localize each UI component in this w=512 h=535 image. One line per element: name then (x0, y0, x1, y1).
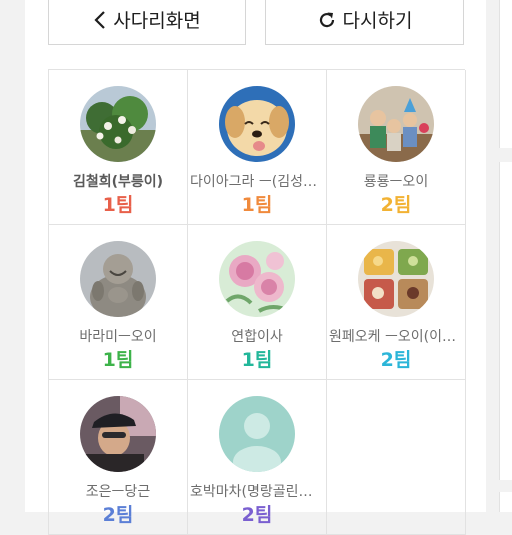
side-card (499, 492, 512, 512)
member-name: 룡룡ㅡ오이 (363, 174, 429, 190)
member-name: 원페오케 ㅡ오이(이수... (329, 329, 463, 345)
avatar (358, 241, 434, 317)
ladder-screen-label: 사다리화면 (113, 10, 201, 32)
avatar (219, 86, 295, 162)
team-label: 1팀 (241, 194, 273, 216)
member-name: 호박마차(명랑골린이... (190, 484, 324, 500)
avatar (80, 86, 156, 162)
team-label: 2팀 (241, 504, 273, 526)
team-label: 2팀 (380, 194, 412, 216)
retry-button[interactable]: 다시하기 (265, 0, 464, 45)
team-label: 1팀 (102, 349, 134, 371)
member-card[interactable]: 김철희(부릉이) 1팀 (49, 70, 188, 225)
member-name: 조은ㅡ당근 (85, 484, 151, 500)
member-name: 연합이사 (231, 329, 283, 345)
retry-label: 다시하기 (342, 10, 413, 32)
team-label: 2팀 (380, 349, 412, 371)
member-card[interactable]: 연합이사 1팀 (188, 225, 327, 380)
side-card (499, 162, 512, 480)
avatar (358, 86, 434, 162)
avatar (80, 241, 156, 317)
avatar (80, 396, 156, 472)
team-label: 1팀 (241, 349, 273, 371)
refresh-icon (317, 10, 337, 30)
side-card (499, 0, 512, 148)
team-label: 1팀 (102, 194, 134, 216)
chevron-left-icon (93, 10, 107, 30)
default-avatar (219, 396, 295, 472)
member-name: 바라미ㅡ오이 (79, 329, 157, 345)
member-card[interactable]: 룡룡ㅡ오이 2팀 (327, 70, 466, 225)
team-label: 2팀 (102, 504, 134, 526)
member-grid: 김철희(부릉이) 1팀 다이아그라 ㅡ(김성용... 1팀 룡룡ㅡ오이 2팀 바… (48, 69, 466, 535)
member-name: 김철희(부릉이) (72, 174, 164, 190)
ladder-screen-button[interactable]: 사다리화면 (48, 0, 246, 45)
member-card[interactable]: 다이아그라 ㅡ(김성용... 1팀 (188, 70, 327, 225)
member-card[interactable]: 원페오케 ㅡ오이(이수... 2팀 (327, 225, 466, 380)
avatar (219, 241, 295, 317)
member-card[interactable]: 바라미ㅡ오이 1팀 (49, 225, 188, 380)
member-name: 다이아그라 ㅡ(김성용... (190, 174, 324, 190)
